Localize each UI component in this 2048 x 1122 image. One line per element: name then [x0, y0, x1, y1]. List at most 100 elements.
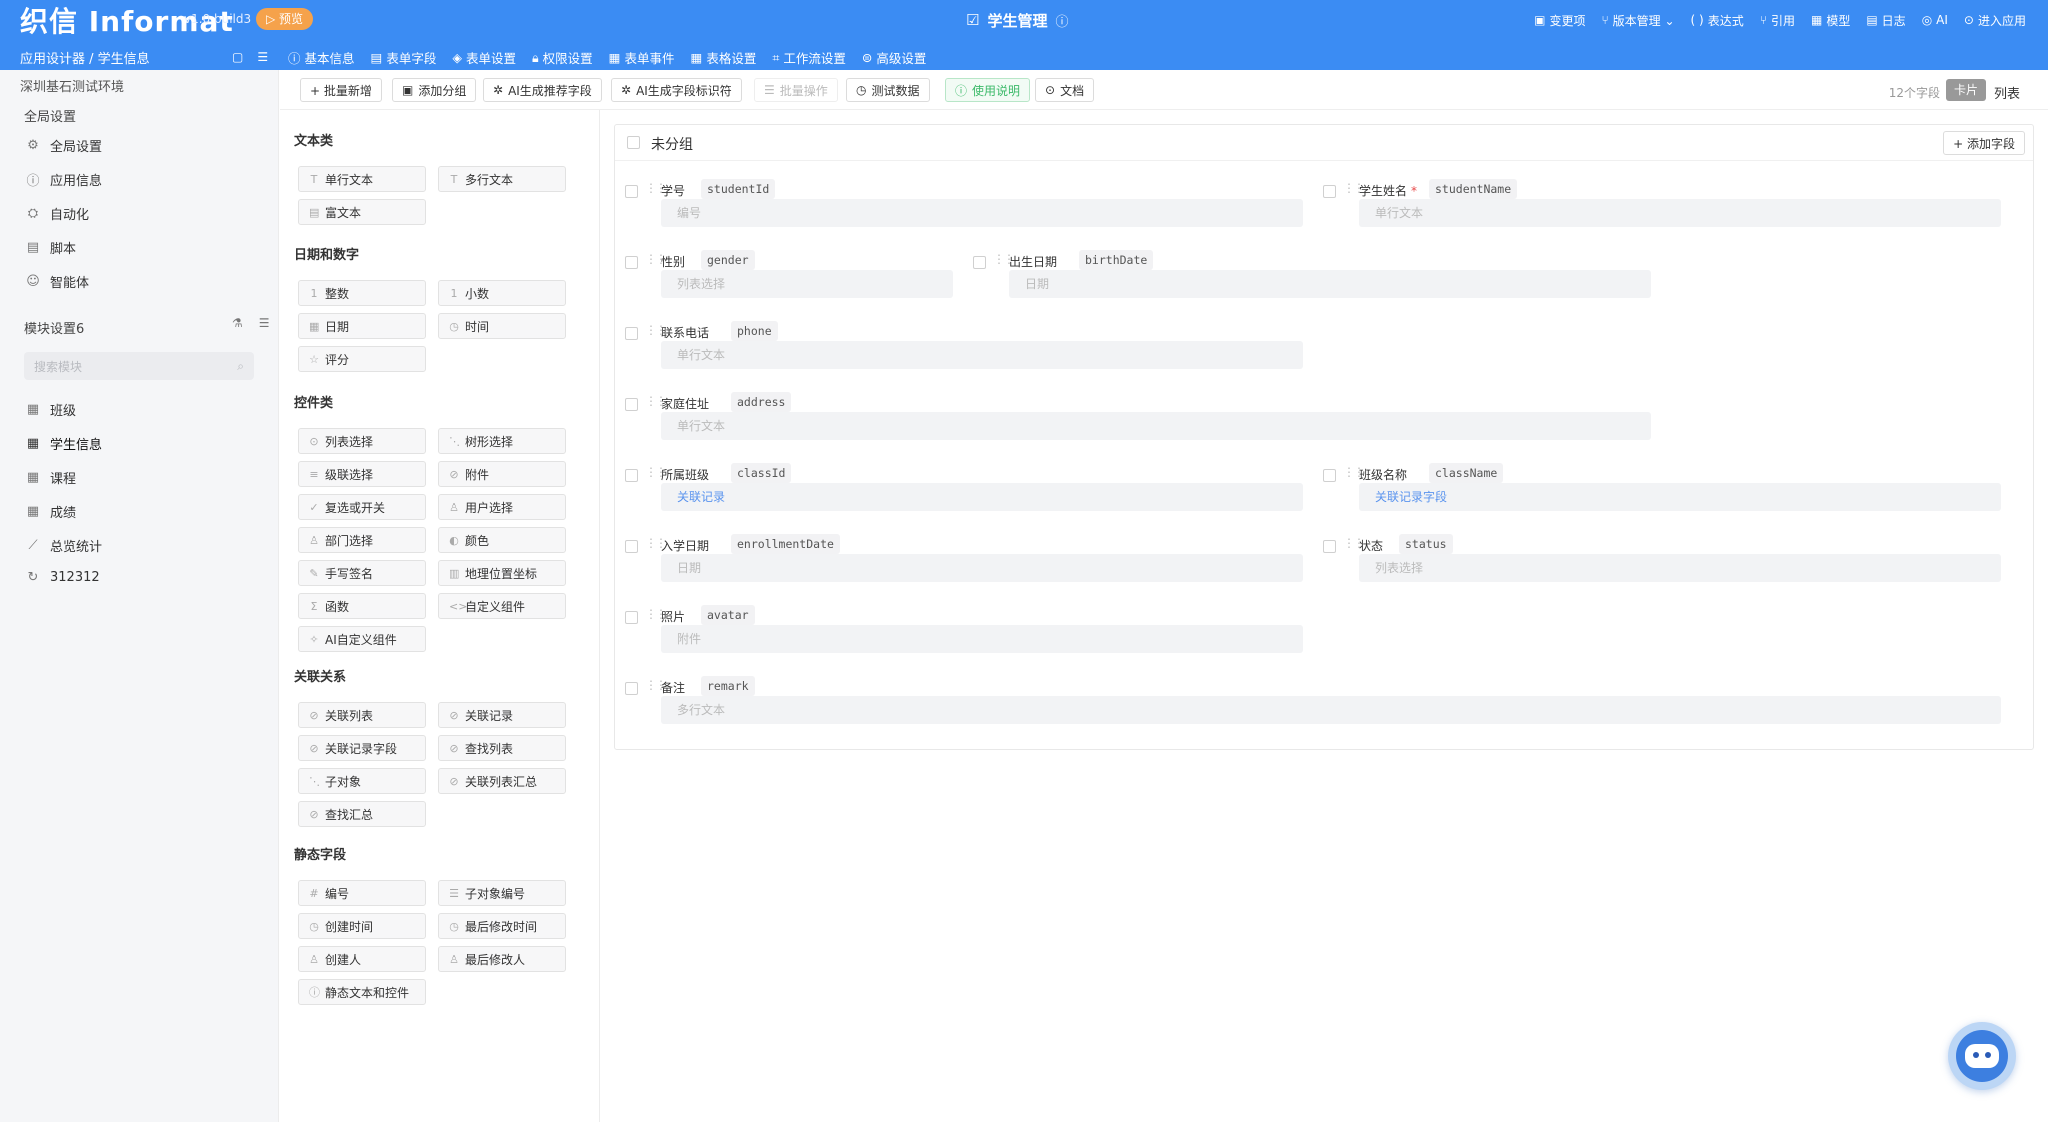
sidebar-item-agent[interactable]: ☺ 智能体: [26, 272, 89, 291]
sidebar-item-course[interactable]: ▦ 课程: [26, 468, 76, 487]
sidebar-item-312312[interactable]: ↻ 312312: [26, 570, 100, 585]
flask-icon[interactable]: ⚗: [232, 316, 243, 330]
ai-button[interactable]: ◎ AI: [1922, 13, 1948, 27]
form-field-studentName[interactable]: ⋮⋮ 学生姓名 * studentName 单行文本: [1323, 179, 2005, 229]
palette-field-item[interactable]: Σ 函数: [298, 593, 426, 619]
tab-table-settings[interactable]: ▦ 表格设置: [691, 48, 757, 67]
field-input-preview[interactable]: 列表选择: [661, 270, 953, 298]
sidebar-item-class[interactable]: ▦ 班级: [26, 400, 76, 419]
palette-field-item[interactable]: # 编号: [298, 880, 426, 906]
palette-field-item[interactable]: ☆ 评分: [298, 346, 426, 372]
palette-field-item[interactable]: ⊘ 关联记录: [438, 702, 566, 728]
form-field-className[interactable]: ⋮⋮ 班级名称 className 关联记录字段: [1323, 463, 2005, 513]
palette-field-item[interactable]: ⊘ 附件: [438, 461, 566, 487]
palette-field-item[interactable]: T 单行文本: [298, 166, 426, 192]
tab-form-fields[interactable]: ▤ 表单字段: [371, 48, 437, 67]
changes-button[interactable]: ▣ 变更项: [1534, 12, 1585, 29]
palette-field-item[interactable]: ⊘ 关联列表汇总: [438, 768, 566, 794]
palette-field-item[interactable]: <> 自定义组件: [438, 593, 566, 619]
add-group-button[interactable]: ▣ 添加分组: [392, 78, 477, 102]
ai-recommend-fields-button[interactable]: ✲ AI生成推荐字段: [483, 78, 602, 102]
palette-field-item[interactable]: ◷ 时间: [438, 313, 566, 339]
palette-field-item[interactable]: ♙ 创建人: [298, 946, 426, 972]
note-icon[interactable]: ▢: [232, 50, 243, 64]
batch-operation-button[interactable]: ☰ 批量操作: [754, 78, 838, 102]
palette-field-item[interactable]: ✓ 复选或开关: [298, 494, 426, 520]
field-checkbox[interactable]: [973, 256, 986, 269]
tab-workflow[interactable]: ⌗ 工作流设置: [772, 48, 846, 67]
palette-field-item[interactable]: ☰ 子对象编号: [438, 880, 566, 906]
batch-add-button[interactable]: + 批量新增: [300, 78, 382, 102]
field-input-preview[interactable]: 关联记录: [661, 483, 1303, 511]
sidebar-item-script[interactable]: ▤ 脚本: [26, 238, 76, 257]
palette-field-item[interactable]: ▤ 富文本: [298, 199, 426, 225]
ai-field-identifier-button[interactable]: ✲ AI生成字段标识符: [611, 78, 742, 102]
palette-field-item[interactable]: ✧ AI自定义组件: [298, 626, 426, 652]
help-icon[interactable]: ⓘ: [1055, 11, 1068, 30]
list-view-toggle[interactable]: 列表: [1994, 83, 2020, 102]
form-field-status[interactable]: ⋮⋮ 状态 status 列表选择: [1323, 534, 2005, 584]
test-data-button[interactable]: ◷ 测试数据: [846, 78, 930, 102]
form-field-gender[interactable]: ⋮⋮ 性别 gender 列表选择: [625, 250, 957, 300]
form-field-birthDate[interactable]: ⋮⋮ 出生日期 birthDate 日期: [973, 250, 1655, 300]
sidebar-item-grades[interactable]: ▦ 成绩: [26, 502, 76, 521]
field-input-preview[interactable]: 列表选择: [1359, 554, 2001, 582]
docs-button[interactable]: ⊙ 文档: [1035, 78, 1095, 102]
tab-advanced[interactable]: ⊜ 高级设置: [862, 48, 927, 67]
field-checkbox[interactable]: [625, 185, 638, 198]
sidebar-item-app-info[interactable]: ⓘ 应用信息: [26, 170, 102, 189]
field-input-preview[interactable]: 多行文本: [661, 696, 2001, 724]
palette-field-item[interactable]: ⋱ 子对象: [298, 768, 426, 794]
ai-assistant-button[interactable]: [1948, 1022, 2016, 1090]
field-input-preview[interactable]: 日期: [1009, 270, 1651, 298]
sidebar-item-automation[interactable]: ⛭ 自动化: [26, 204, 89, 223]
palette-field-item[interactable]: ⊙ 列表选择: [298, 428, 426, 454]
palette-field-item[interactable]: ♙ 部门选择: [298, 527, 426, 553]
palette-field-item[interactable]: ◷ 创建时间: [298, 913, 426, 939]
field-input-preview[interactable]: 单行文本: [661, 412, 1651, 440]
field-checkbox[interactable]: [625, 398, 638, 411]
form-field-phone[interactable]: ⋮⋮ 联系电话 phone 单行文本: [625, 321, 1307, 371]
breadcrumb[interactable]: 应用设计器 / 学生信息: [20, 48, 150, 67]
sidebar-item-overview[interactable]: ⟋ 总览统计: [26, 536, 102, 555]
field-checkbox[interactable]: [625, 469, 638, 482]
form-field-address[interactable]: ⋮⋮ 家庭住址 address 单行文本: [625, 392, 1655, 442]
enter-app-button[interactable]: ⊙ 进入应用: [1964, 12, 2026, 29]
model-button[interactable]: ▦ 模型: [1811, 12, 1850, 29]
add-field-button[interactable]: + 添加字段: [1943, 131, 2025, 155]
palette-field-item[interactable]: T 多行文本: [438, 166, 566, 192]
palette-field-item[interactable]: 1 小数: [438, 280, 566, 306]
usage-guide-button[interactable]: ⓘ 使用说明: [945, 78, 1031, 102]
sidebar-item-global-settings[interactable]: ⚙ 全局设置: [26, 136, 102, 155]
field-input-preview[interactable]: 关联记录字段: [1359, 483, 2001, 511]
field-checkbox[interactable]: [1323, 185, 1336, 198]
preview-button[interactable]: ▷ 预览: [256, 8, 314, 30]
expression-button[interactable]: ( ) 表达式: [1691, 12, 1744, 29]
palette-field-item[interactable]: ⊘ 关联记录字段: [298, 735, 426, 761]
form-field-enrollmentDate[interactable]: ⋮⋮ 入学日期 enrollmentDate 日期: [625, 534, 1307, 584]
form-field-classId[interactable]: ⋮⋮ 所属班级 classId 关联记录: [625, 463, 1307, 513]
version-button[interactable]: ⑂ 版本管理 ⌄: [1601, 12, 1674, 29]
field-checkbox[interactable]: [1323, 540, 1336, 553]
form-field-studentId[interactable]: ⋮⋮ 学号 studentId 编号: [625, 179, 1307, 229]
menu-icon[interactable]: ☰: [259, 316, 270, 330]
palette-field-item[interactable]: ♙ 最后修改人: [438, 946, 566, 972]
palette-field-item[interactable]: ◷ 最后修改时间: [438, 913, 566, 939]
field-input-preview[interactable]: 编号: [661, 199, 1303, 227]
field-checkbox[interactable]: [625, 327, 638, 340]
log-button[interactable]: ▤ 日志: [1866, 12, 1905, 29]
palette-field-item[interactable]: ≡ 级联选择: [298, 461, 426, 487]
palette-field-item[interactable]: ♙ 用户选择: [438, 494, 566, 520]
palette-field-item[interactable]: ✎ 手写签名: [298, 560, 426, 586]
palette-field-item[interactable]: ⊘ 关联列表: [298, 702, 426, 728]
palette-field-item[interactable]: ⊘ 查找列表: [438, 735, 566, 761]
list-indent-icon[interactable]: ☰: [257, 50, 268, 64]
field-input-preview[interactable]: 附件: [661, 625, 1303, 653]
form-field-remark[interactable]: ⋮⋮ 备注 remark 多行文本: [625, 676, 2005, 726]
field-input-preview[interactable]: 日期: [661, 554, 1303, 582]
tab-basic-info[interactable]: ⓘ 基本信息: [288, 48, 355, 67]
palette-field-item[interactable]: ◐ 颜色: [438, 527, 566, 553]
palette-field-item[interactable]: ⓘ 静态文本和控件: [298, 979, 426, 1005]
palette-field-item[interactable]: ▥ 地理位置坐标: [438, 560, 566, 586]
tab-permissions[interactable]: 🔒︎ 权限设置: [532, 48, 593, 67]
